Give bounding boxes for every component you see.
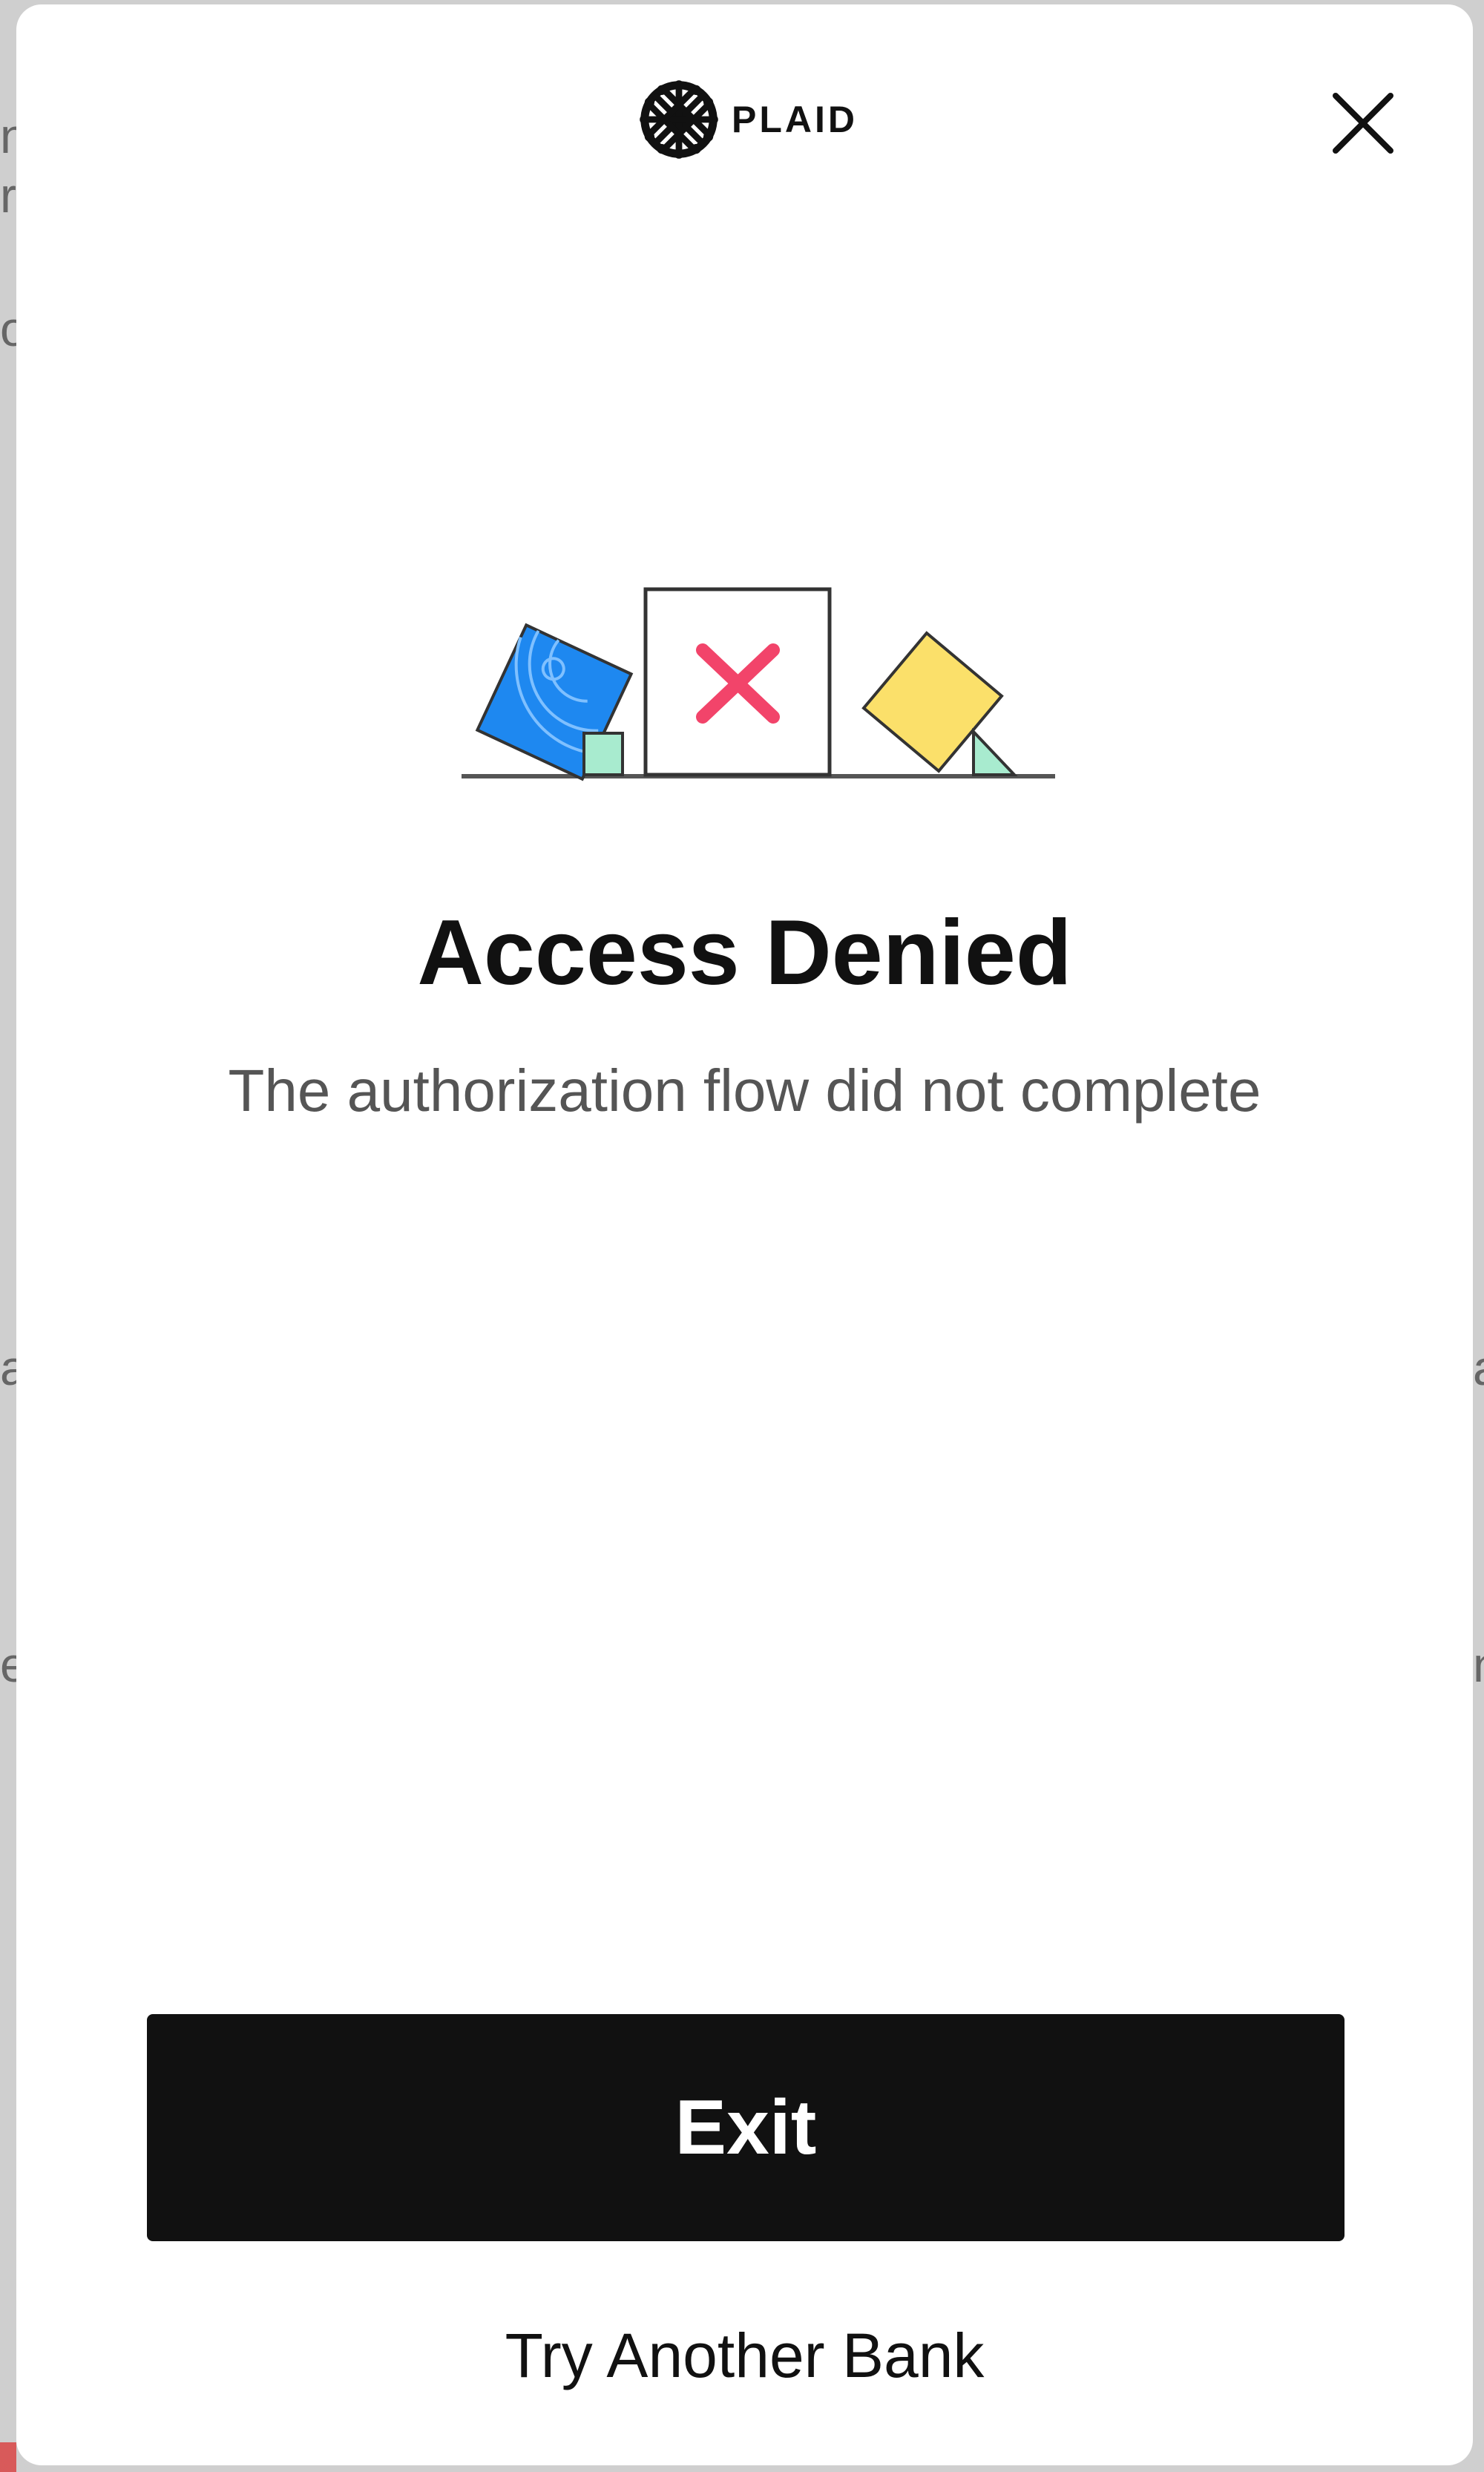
plaid-dialog: PLAID Access Denied The authorization fl… [16,4,1473,2465]
plaid-logo: PLAID [638,79,858,160]
background-text-fragment: n [1473,1640,1484,1689]
background-red-fragment [0,2442,16,2472]
mint-triangle-shape [972,727,1018,776]
background-text-fragment: r [0,168,16,223]
try-another-bank-link[interactable]: Try Another Bank [16,2320,1473,2392]
close-button[interactable] [1326,86,1400,160]
background-text-fragment: a [1473,1343,1484,1392]
exit-button[interactable]: Exit [147,2014,1345,2241]
mint-square-shape [582,732,624,776]
access-denied-illustration [462,587,1055,781]
close-icon [1333,93,1393,154]
dialog-title: Access Denied [417,902,1072,1004]
brand-name: PLAID [732,99,858,140]
plaid-logo-icon [640,80,718,159]
dialog-message: The authorization flow did not complete [228,1058,1261,1124]
